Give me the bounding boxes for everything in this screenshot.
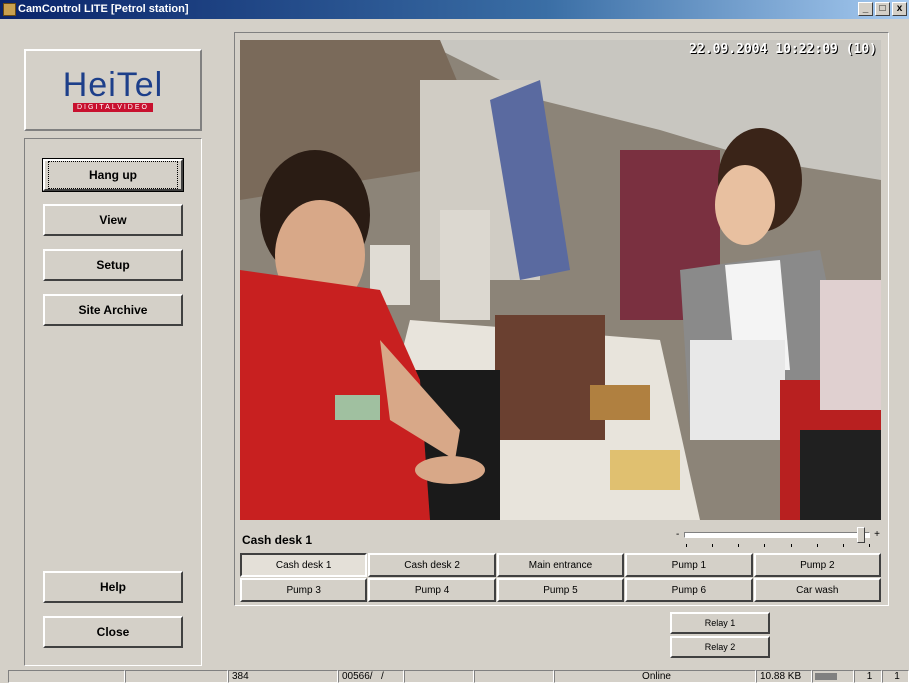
camera-button-pump-6[interactable]: Pump 6 (625, 578, 753, 602)
status-cell-empty-2 (125, 670, 228, 683)
camera-button-pump-4[interactable]: Pump 4 (368, 578, 496, 602)
slider-max-label: + (874, 529, 880, 540)
status-cell-empty-3 (404, 670, 474, 683)
relay-2-button[interactable]: Relay 2 (670, 636, 770, 658)
status-frame: 00566/ / (338, 670, 404, 683)
camera-button-cash-desk-1[interactable]: Cash desk 1 (240, 553, 368, 577)
status-state: Online (554, 670, 756, 683)
status-count-1: 1 (854, 670, 882, 683)
app-icon (3, 3, 16, 16)
camera-label: Cash desk 1 (242, 533, 313, 547)
slider-ticks (686, 544, 870, 548)
nav-panel: Hang up View Setup Site Archive Help Clo… (24, 138, 202, 666)
camera-button-car-wash[interactable]: Car wash (753, 578, 881, 602)
main-panel: 22.09.2004 10:22:09 (10) Cash desk 1 - +… (214, 30, 909, 670)
camera-video: 22.09.2004 10:22:09 (10) (240, 40, 881, 520)
hang-up-button[interactable]: Hang up (42, 158, 184, 192)
site-archive-button[interactable]: Site Archive (43, 294, 183, 326)
slider-min-label: - (676, 529, 680, 540)
status-frame-slash: / (380, 671, 384, 682)
camera-button-pump-5[interactable]: Pump 5 (496, 578, 625, 602)
relay-1-button[interactable]: Relay 1 (670, 612, 770, 634)
camera-button-pump-3[interactable]: Pump 3 (240, 578, 368, 602)
view-button[interactable]: View (43, 204, 183, 236)
status-cell-empty-4 (474, 670, 554, 683)
logo-brand: HeiTel (62, 66, 164, 104)
camera-button-cash-desk-2[interactable]: Cash desk 2 (368, 553, 496, 577)
maximize-button[interactable]: □ (875, 2, 890, 16)
setup-button[interactable]: Setup (43, 249, 183, 281)
status-bar: 384 00566/ / Online 10.88 KB 1 1 (8, 670, 909, 683)
status-progress-fill (815, 673, 837, 680)
help-button[interactable]: Help (43, 571, 183, 603)
camera-button-main-entrance[interactable]: Main entrance (496, 553, 625, 577)
close-window-button[interactable]: x (892, 2, 907, 16)
status-count-2: 1 (882, 670, 909, 683)
slider-thumb[interactable] (857, 527, 865, 543)
status-frame-number: 00566/ (342, 671, 373, 682)
status-resolution: 384 (228, 670, 338, 683)
minimize-button[interactable]: _ (858, 2, 873, 16)
hang-up-label: Hang up (48, 161, 178, 189)
window-title: CamControl LITE [Petrol station] (18, 3, 189, 15)
status-size: 10.88 KB (756, 670, 812, 683)
logo-tagline: DIGITALVIDEO (73, 103, 153, 112)
title-bar: CamControl LITE [Petrol station] _ □ x (0, 0, 909, 19)
close-button[interactable]: Close (43, 616, 183, 648)
slider-track[interactable] (684, 532, 870, 538)
video-timestamp: 22.09.2004 10:22:09 (10) (689, 42, 877, 57)
camera-button-pump-2[interactable]: Pump 2 (753, 553, 881, 577)
camera-selector: Cash desk 1 Cash desk 2 Main entrance Pu… (240, 553, 881, 602)
status-progress (812, 670, 854, 683)
status-cell-empty-1 (8, 670, 125, 683)
left-panel: HeiTel DIGITALVIDEO Hang up View Setup S… (10, 30, 212, 666)
camera-button-pump-1[interactable]: Pump 1 (625, 553, 753, 577)
brightness-slider[interactable]: - + (676, 524, 880, 550)
video-image (240, 40, 881, 520)
logo: HeiTel DIGITALVIDEO (24, 49, 202, 131)
